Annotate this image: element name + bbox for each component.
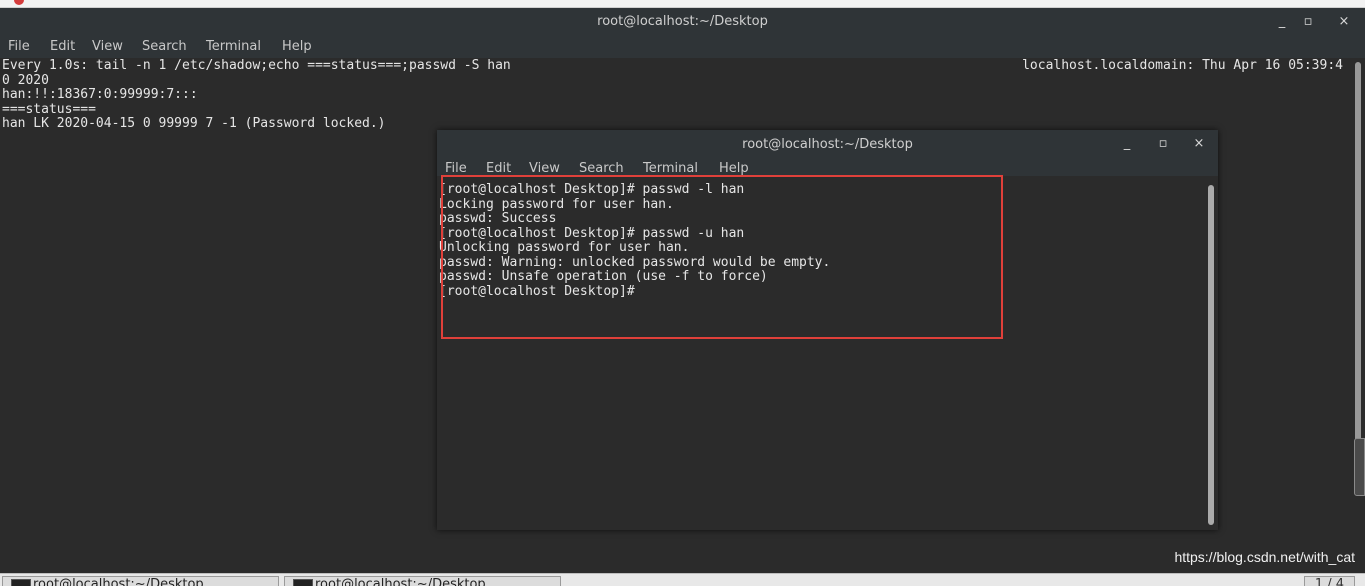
back-scrollbar[interactable] bbox=[1355, 62, 1361, 492]
close-button[interactable]: × bbox=[1333, 8, 1355, 36]
highlight-annotation-box bbox=[441, 175, 1003, 339]
side-drag-handle[interactable] bbox=[1354, 438, 1365, 496]
top-panel-strip bbox=[0, 0, 1365, 8]
maximize-button[interactable]: ▫ bbox=[1152, 130, 1174, 158]
terminal-line: han LK 2020-04-15 0 99999 7 -1 (Password… bbox=[2, 116, 386, 131]
watch-header-host-time: localhost.localdomain: Thu Apr 16 05:39:… bbox=[1022, 58, 1343, 73]
menu-search[interactable]: Search bbox=[579, 161, 624, 176]
back-titlebar: root@localhost:~/Desktop _ ▫ × bbox=[0, 8, 1365, 36]
terminal-line: ===status=== bbox=[2, 101, 96, 117]
back-menubar: File Edit View Search Terminal Help bbox=[0, 36, 1365, 58]
watermark: https://blog.csdn.net/with_cat bbox=[1174, 549, 1355, 565]
menu-view[interactable]: View bbox=[529, 161, 560, 176]
back-terminal-output[interactable]: Every 1.0s: tail -n 1 /etc/shadow;echo =… bbox=[2, 58, 511, 132]
menu-help[interactable]: Help bbox=[719, 161, 749, 176]
maximize-button[interactable]: ▫ bbox=[1297, 8, 1319, 36]
minimize-button[interactable]: _ bbox=[1116, 130, 1138, 158]
terminal-line: 0 2020 bbox=[2, 72, 49, 88]
watch-header-command: Every 1.0s: tail -n 1 /etc/shadow;echo =… bbox=[2, 58, 511, 73]
menu-file[interactable]: File bbox=[445, 161, 467, 176]
back-window-title: root@localhost:~/Desktop bbox=[597, 14, 768, 29]
terminal-line: han:!!:18367:0:99999:7::: bbox=[2, 87, 198, 102]
menu-view[interactable]: View bbox=[92, 39, 123, 54]
menu-edit[interactable]: Edit bbox=[486, 161, 511, 176]
minimize-button[interactable]: _ bbox=[1271, 8, 1293, 36]
front-menubar: File Edit View Search Terminal Help bbox=[437, 158, 1218, 176]
menu-file[interactable]: File bbox=[8, 39, 30, 54]
close-button[interactable]: × bbox=[1188, 130, 1210, 158]
front-titlebar: root@localhost:~/Desktop _ ▫ × bbox=[437, 130, 1218, 158]
taskbar: root@localhost:~/Desktop root@localhost:… bbox=[0, 573, 1365, 586]
menu-search[interactable]: Search bbox=[142, 39, 187, 54]
menu-terminal[interactable]: Terminal bbox=[206, 39, 261, 54]
front-scrollbar[interactable] bbox=[1208, 185, 1214, 525]
front-window-title: root@localhost:~/Desktop bbox=[742, 137, 913, 152]
menu-help[interactable]: Help bbox=[282, 39, 312, 54]
menu-edit[interactable]: Edit bbox=[50, 39, 75, 54]
menu-terminal[interactable]: Terminal bbox=[643, 161, 698, 176]
app-icon bbox=[14, 0, 24, 5]
